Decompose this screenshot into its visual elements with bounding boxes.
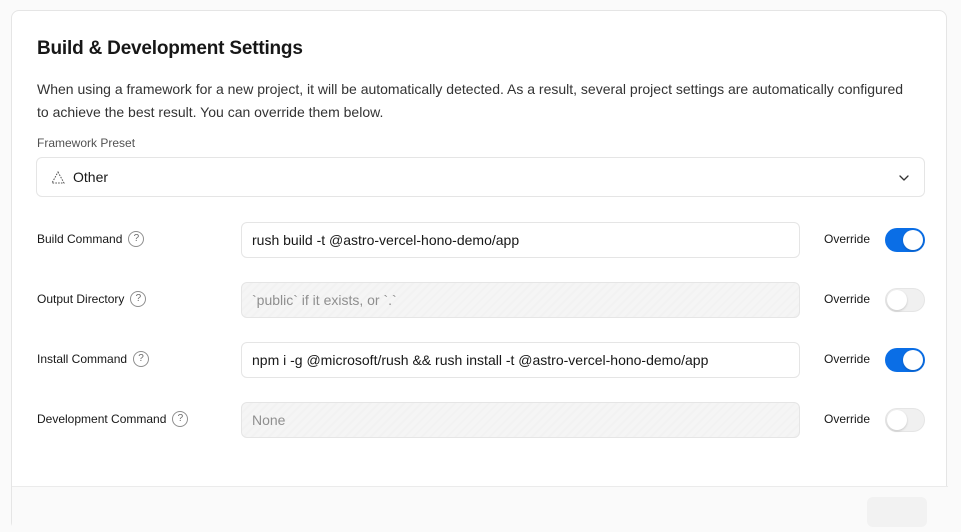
help-icon[interactable]: ? xyxy=(172,410,189,427)
help-icon[interactable]: ? xyxy=(133,350,150,367)
build-command-label: Build Command? xyxy=(37,230,145,247)
triangle-outline-icon xyxy=(51,171,65,184)
section-description: When using a framework for a new project… xyxy=(37,81,904,120)
toggle-knob xyxy=(903,230,923,250)
install-command-override-toggle[interactable] xyxy=(885,348,925,372)
framework-preset-label: Framework Preset xyxy=(37,136,136,150)
install-command-label: Install Command? xyxy=(37,350,150,367)
build-command-override-label: Override xyxy=(824,232,871,246)
development-command-input[interactable] xyxy=(241,402,800,438)
build-settings-card: Build & Development Settings When using … xyxy=(11,10,948,532)
build-command-row: Build Command? Override xyxy=(12,222,948,258)
development-command-override-toggle[interactable] xyxy=(885,408,925,432)
output-directory-override-label: Override xyxy=(824,292,871,306)
help-icon[interactable]: ? xyxy=(130,290,147,307)
chevron-down-icon xyxy=(899,175,909,181)
development-command-override-label: Override xyxy=(824,412,871,426)
output-directory-label: Output Directory? xyxy=(37,290,147,307)
toggle-knob xyxy=(887,290,907,310)
install-command-row: Install Command? Override xyxy=(12,342,948,378)
install-command-input[interactable] xyxy=(241,342,800,378)
toggle-knob xyxy=(903,350,923,370)
build-command-override-toggle[interactable] xyxy=(885,228,925,252)
framework-preset-value: Other xyxy=(73,169,109,185)
output-directory-input[interactable] xyxy=(241,282,800,318)
install-command-override-label: Override xyxy=(824,352,871,366)
save-button[interactable] xyxy=(867,497,927,527)
development-command-row: Development Command? Override xyxy=(12,402,948,438)
development-command-label: Development Command? xyxy=(37,410,189,427)
section-title: Build & Development Settings xyxy=(37,38,303,59)
output-directory-override-toggle[interactable] xyxy=(885,288,925,312)
toggle-knob xyxy=(887,410,907,430)
framework-preset-select[interactable]: Other xyxy=(36,157,925,197)
help-icon[interactable]: ? xyxy=(128,230,145,247)
build-command-input[interactable] xyxy=(241,222,800,258)
output-directory-row: Output Directory? Override xyxy=(12,282,948,318)
card-footer xyxy=(12,486,948,532)
